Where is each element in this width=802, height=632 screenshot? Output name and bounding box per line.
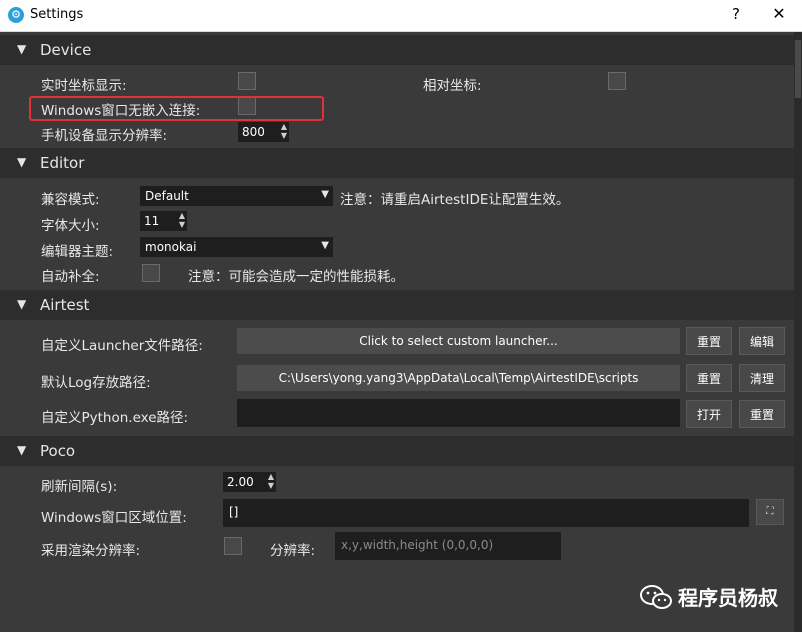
log-reset-button[interactable]: 重置 bbox=[686, 364, 732, 392]
chevron-down-icon: ▼ bbox=[321, 189, 329, 200]
realtime-coords-label: 实时坐标显示: bbox=[41, 78, 127, 94]
resolution-value: 800 bbox=[242, 125, 265, 139]
window-region-label: Windows窗口区域位置: bbox=[41, 510, 187, 526]
theme-label: 编辑器主题: bbox=[41, 244, 114, 260]
log-path-label: 默认Log存放路径: bbox=[41, 375, 151, 391]
title-bar: ⚙ Settings ? ✕ bbox=[0, 0, 802, 32]
resolution-spinbox[interactable]: 800 ▲ ▼ bbox=[238, 122, 289, 142]
relative-coords-label: 相对坐标: bbox=[423, 78, 482, 94]
resolution-field[interactable]: x,y,width,height (0,0,0,0) bbox=[335, 532, 561, 560]
font-size-label: 字体大小: bbox=[41, 218, 100, 234]
python-reset-button[interactable]: 重置 bbox=[739, 400, 785, 428]
render-resolution-label: 采用渲染分辨率: bbox=[41, 543, 141, 559]
chevron-down-icon: ▼ bbox=[321, 240, 329, 251]
autocomplete-label: 自动补全: bbox=[41, 269, 100, 285]
refresh-interval-value: 2.00 bbox=[227, 475, 254, 489]
spin-arrows-icon[interactable]: ▲ ▼ bbox=[281, 122, 287, 140]
compat-note: 注意：请重启AirtestIDE让配置生效。 bbox=[340, 192, 570, 208]
watermark-text: 程序员杨叔 bbox=[678, 586, 778, 610]
font-size-value: 11 bbox=[144, 214, 160, 228]
select-window-region-icon[interactable]: ⛶ bbox=[756, 499, 784, 525]
launcher-path-field[interactable]: Click to select custom launcher... bbox=[237, 328, 680, 354]
launcher-path-label: 自定义Launcher文件路径: bbox=[41, 338, 203, 354]
wechat-logo-icon bbox=[640, 585, 672, 609]
editor-header-label: Editor bbox=[40, 154, 85, 172]
compat-mode-value: Default bbox=[145, 189, 189, 203]
render-resolution-checkbox[interactable] bbox=[224, 537, 242, 555]
red-highlight-box bbox=[29, 96, 324, 121]
close-button[interactable]: ✕ bbox=[767, 4, 791, 23]
theme-value: monokai bbox=[145, 240, 197, 254]
collapse-triangle-icon: ▼ bbox=[17, 297, 27, 311]
poco-section-header[interactable]: ▼ Poco bbox=[0, 436, 794, 466]
launcher-edit-button[interactable]: 编辑 bbox=[739, 327, 785, 355]
window-region-value: [] bbox=[229, 505, 239, 519]
wechat-watermark: 程序员杨叔 bbox=[638, 582, 798, 612]
theme-dropdown[interactable]: monokai ▼ bbox=[140, 237, 333, 257]
resolution-placeholder: x,y,width,height (0,0,0,0) bbox=[341, 538, 494, 552]
window-region-field[interactable]: [] bbox=[223, 499, 749, 527]
help-button[interactable]: ? bbox=[725, 5, 747, 23]
vertical-scrollbar[interactable] bbox=[794, 32, 802, 632]
collapse-triangle-icon: ▼ bbox=[17, 155, 27, 169]
spin-arrows-icon[interactable]: ▲ ▼ bbox=[179, 211, 185, 229]
settings-gear-icon: ⚙ bbox=[8, 7, 24, 23]
realtime-coords-checkbox[interactable] bbox=[238, 72, 256, 90]
settings-panel: ▼ Device 实时坐标显示: 相对坐标: Windows窗口无嵌入连接: 手… bbox=[0, 32, 794, 632]
python-path-field[interactable] bbox=[237, 399, 680, 427]
python-path-label: 自定义Python.exe路径: bbox=[41, 410, 189, 426]
editor-section-header[interactable]: ▼ Editor bbox=[0, 148, 794, 178]
poco-header-label: Poco bbox=[40, 442, 76, 460]
device-header-label: Device bbox=[40, 41, 92, 59]
resolution-label: 手机设备显示分辨率: bbox=[41, 128, 168, 144]
launcher-reset-button[interactable]: 重置 bbox=[686, 327, 732, 355]
font-size-spinbox[interactable]: 11 ▲ ▼ bbox=[140, 211, 187, 231]
compat-mode-label: 兼容模式: bbox=[41, 192, 100, 208]
refresh-interval-spinbox[interactable]: 2.00 ▲ ▼ bbox=[223, 472, 276, 492]
relative-coords-checkbox[interactable] bbox=[608, 72, 626, 90]
collapse-triangle-icon: ▼ bbox=[17, 42, 27, 56]
autocomplete-note: 注意：可能会造成一定的性能损耗。 bbox=[188, 269, 404, 285]
autocomplete-checkbox[interactable] bbox=[142, 264, 160, 282]
spin-arrows-icon[interactable]: ▲ ▼ bbox=[268, 472, 274, 490]
device-section-header[interactable]: ▼ Device bbox=[0, 35, 794, 65]
python-open-button[interactable]: 打开 bbox=[686, 400, 732, 428]
scrollbar-thumb[interactable] bbox=[795, 40, 801, 98]
window-title: Settings bbox=[30, 7, 84, 22]
resolution-field-label: 分辨率: bbox=[270, 543, 316, 559]
compat-mode-dropdown[interactable]: Default ▼ bbox=[140, 186, 333, 206]
log-clear-button[interactable]: 清理 bbox=[739, 364, 785, 392]
airtest-header-label: Airtest bbox=[40, 296, 90, 314]
collapse-triangle-icon: ▼ bbox=[17, 443, 27, 457]
airtest-section-header[interactable]: ▼ Airtest bbox=[0, 290, 794, 320]
log-path-field[interactable]: C:\Users\yong.yang3\AppData\Local\Temp\A… bbox=[237, 365, 680, 391]
refresh-interval-label: 刷新间隔(s): bbox=[41, 479, 118, 495]
